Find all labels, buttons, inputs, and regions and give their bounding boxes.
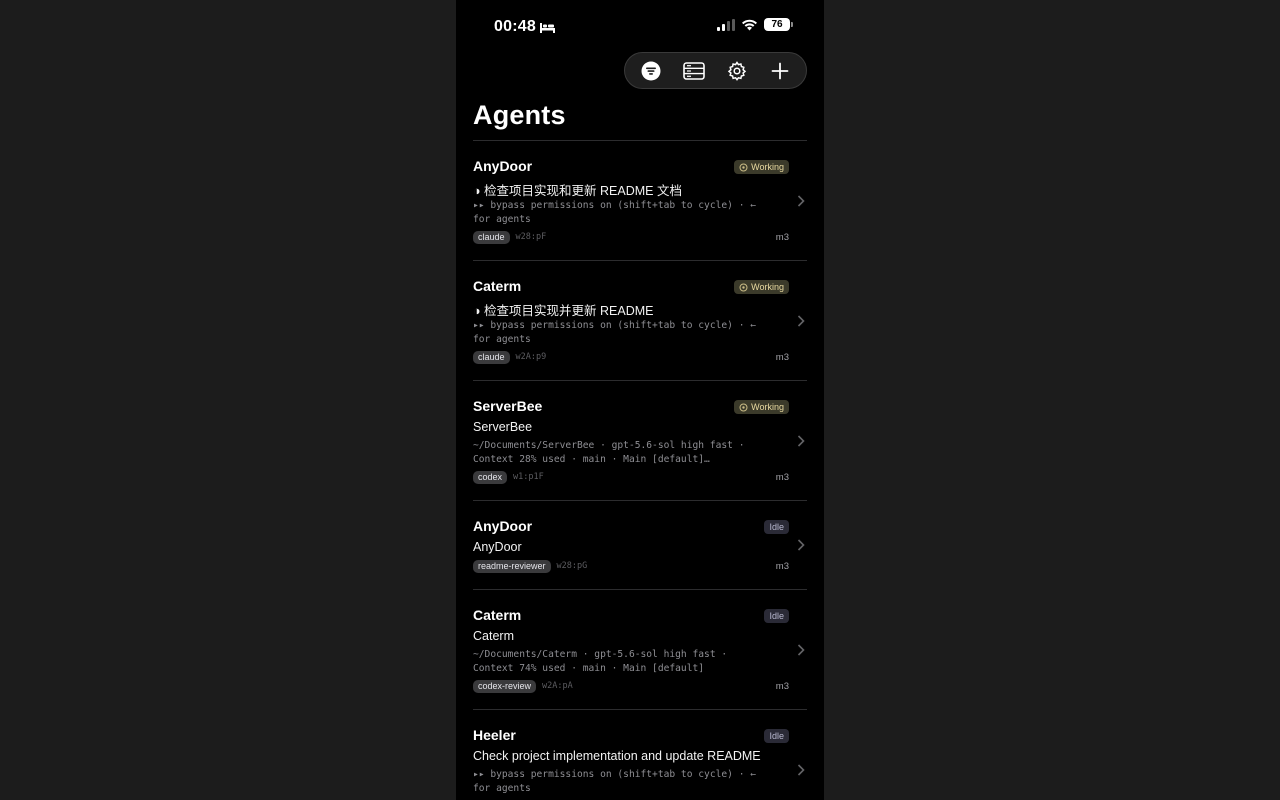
agent-tag: readme-reviewer [473,559,551,573]
agent-host: m3 [775,351,789,363]
agent-subtitle: Caterm [473,629,514,643]
chevron-right-icon [797,315,805,327]
agent-card-caterm-idle[interactable]: Caterm Idle Caterm ~/Documents/Caterm · … [473,590,807,710]
agent-subtitle: ◑ 检查项目实现并更新 README [473,304,654,318]
agent-detail: ~/Documents/ServerBee · gpt-5.6-sol high… [473,440,745,465]
agent-tag: codex-review [473,679,537,693]
chevron-right-icon [797,435,805,447]
agent-meta: readme-reviewer w28:pG m3 [473,559,789,573]
agent-subtitle: ServerBee [473,420,533,434]
add-button[interactable] [762,56,798,86]
servers-icon [683,61,705,80]
agent-subtitle: ◑ 检查项目实现和更新 README 文档 [473,184,682,198]
battery-indicator: 76 [764,18,793,31]
agent-subtitle: AnyDoor [473,540,522,554]
agent-card-serverbee[interactable]: ServerBee Working ServerBee ~/Documents/… [473,381,807,501]
agent-id: w28:pF [515,232,547,242]
chevron-right-icon [797,644,805,656]
settings-button[interactable] [719,56,755,86]
cellular-signal-icon [717,18,735,31]
status-badge: Idle [764,609,789,623]
status-badge: Working [734,280,789,294]
chevron-right-icon [797,195,805,207]
agent-tag: claude [473,230,510,244]
status-badge: Working [734,400,789,414]
wifi-icon [742,19,757,30]
gear-icon [727,60,747,81]
bed-icon [539,22,555,33]
chevron-right-icon [797,539,805,551]
status-badge: Working [734,160,789,174]
agent-card-heeler[interactable]: Heeler Idle Check project implementation… [473,710,807,800]
agent-tag: codex [473,470,508,484]
agent-detail: ~/Documents/Caterm · gpt-5.6-sol high fa… [473,649,728,674]
phone-screen: 00:48 76 Agents AnyDoor Working ◑ 检查项目实现… [456,0,824,800]
agent-name: AnyDoor [473,518,533,534]
agent-meta: claude w2A:p9 m3 [473,350,789,364]
page-title: Agents [473,100,566,130]
agent-detail: ▸▸ bypass permissions on (shift+tab to c… [473,320,757,345]
sparkle-icon [739,403,748,411]
agent-name: Caterm [473,278,522,294]
status-bar: 00:48 76 [456,0,824,52]
chevron-right-icon [797,764,805,776]
agent-meta: claude w28:pF m3 [473,230,789,244]
agent-id: w2A:pA [542,681,573,691]
sparkle-icon [739,283,748,291]
agent-host: m3 [775,680,789,692]
agent-subtitle: Check project implementation and update … [473,749,761,763]
sparkle-icon [739,163,748,171]
agent-name: Caterm [473,607,522,623]
servers-button[interactable] [676,56,712,86]
plus-icon [771,62,789,79]
list-filter-icon [641,61,661,80]
agent-card-caterm[interactable]: Caterm Working ◑ 检查项目实现并更新 README ▸▸ byp… [473,261,807,381]
top-toolbar [624,52,807,89]
agent-meta: codex-review w2A:pA m3 [473,679,789,693]
agent-tag: claude [473,350,510,364]
status-time: 00:48 [494,18,555,36]
agent-name: ServerBee [473,398,543,414]
agent-name: AnyDoor [473,158,533,174]
status-indicators: 76 [717,18,793,31]
filter-button[interactable] [633,56,669,86]
agent-id: w28:pG [556,561,588,571]
agents-list: AnyDoor Working ◑ 检查项目实现和更新 README 文档 ▸▸… [473,141,807,800]
agent-detail: ▸▸ bypass permissions on (shift+tab to c… [473,769,757,794]
status-badge: Idle [764,729,789,743]
agent-meta: codex w1:p1F m3 [473,470,789,484]
agent-id: w1:p1F [513,472,544,482]
agent-host: m3 [775,471,789,483]
agent-detail: ▸▸ bypass permissions on (shift+tab to c… [473,200,757,225]
agent-card-anydoor[interactable]: AnyDoor Working ◑ 检查项目实现和更新 README 文档 ▸▸… [473,141,807,261]
agent-host: m3 [775,560,789,572]
agent-id: w2A:p9 [515,352,547,362]
agent-host: m3 [775,231,789,243]
agent-card-anydoor-idle[interactable]: AnyDoor Idle AnyDoor readme-reviewer w28… [473,501,807,590]
agent-name: Heeler [473,727,516,743]
status-badge: Idle [764,520,789,534]
